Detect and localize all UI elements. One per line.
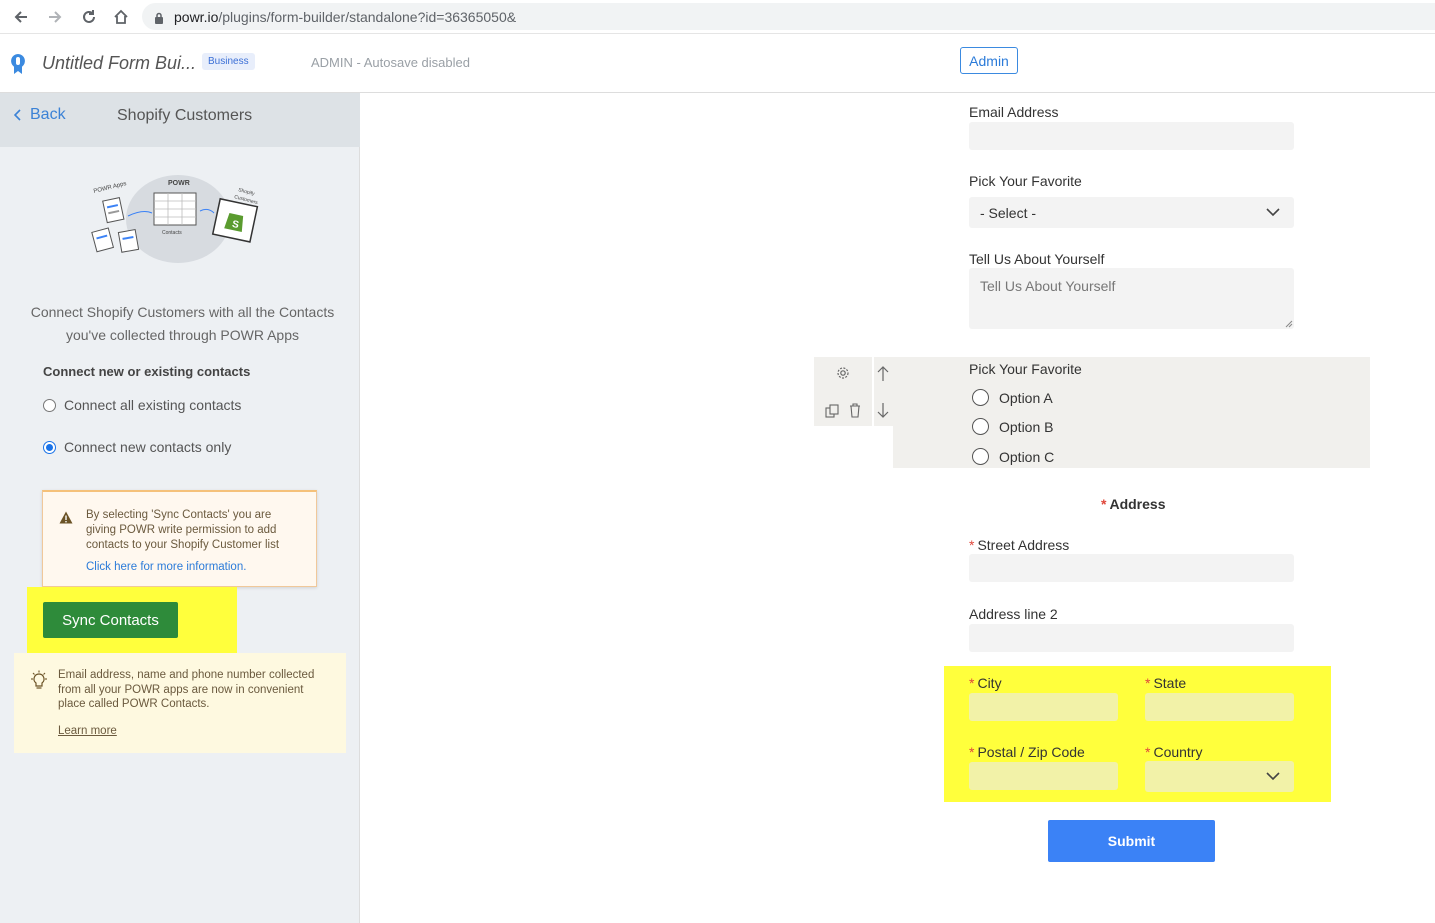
address-bar[interactable]: powr.io/plugins/form-builder/standalone?… [142, 3, 1435, 30]
browser-toolbar: powr.io/plugins/form-builder/standalone?… [0, 0, 1435, 34]
shopify-sync-illustration: POWR Apps POWR Contacts S Shopify Custom… [91, 175, 259, 263]
gear-icon[interactable] [836, 366, 850, 380]
state-input[interactable] [1145, 693, 1294, 721]
option-label: Option B [999, 418, 1054, 435]
toolbar-divider [872, 357, 874, 426]
url-text: powr.io/plugins/form-builder/standalone?… [174, 8, 517, 25]
country-label: * Country [1145, 744, 1203, 760]
email-input[interactable] [969, 122, 1294, 150]
radio-connect-new[interactable]: Connect new contacts only [43, 439, 231, 455]
reload-icon[interactable] [78, 6, 100, 28]
resize-handle-icon[interactable] [1285, 320, 1293, 328]
autosave-status: ADMIN - Autosave disabled [311, 55, 470, 70]
radio-field-label: Pick Your Favorite [969, 361, 1082, 377]
lightbulb-icon [31, 670, 47, 689]
option-b[interactable]: Option B [972, 418, 1053, 435]
arrow-down-icon[interactable] [877, 402, 889, 418]
option-a[interactable]: Option A [972, 389, 1053, 406]
sync-contacts-button[interactable]: Sync Contacts [43, 602, 178, 638]
plan-badge: Business [202, 53, 255, 70]
city-label: * City [969, 675, 1002, 691]
about-label: Tell Us About Yourself [969, 251, 1105, 267]
radio-button[interactable] [972, 418, 989, 435]
learn-more-link[interactable]: Learn more [58, 725, 117, 737]
select-value: - Select - [980, 204, 1037, 221]
email-label: Email Address [969, 104, 1059, 120]
radio-label: Connect all existing contacts [64, 397, 242, 413]
panel-header: Back Shopify Customers [0, 93, 360, 147]
street-input[interactable] [969, 554, 1294, 582]
address2-input[interactable] [969, 624, 1294, 652]
contacts-info-box: Email address, name and phone number col… [14, 653, 346, 753]
chevron-down-icon [1266, 208, 1280, 217]
zip-label: * Postal / Zip Code [969, 744, 1085, 760]
illustration-contacts-label: Contacts [162, 230, 182, 236]
connect-description: Connect Shopify Customers with all the C… [30, 304, 335, 343]
radio-button[interactable] [972, 389, 989, 406]
option-c[interactable]: Option C [972, 448, 1054, 465]
home-icon[interactable] [110, 6, 132, 28]
settings-panel: Back Shopify Customers POWR Apps POWR Co… [0, 93, 360, 923]
arrow-up-icon[interactable] [877, 366, 889, 382]
admin-button[interactable]: Admin [960, 47, 1018, 74]
chevron-left-icon [14, 109, 21, 121]
about-textarea[interactable]: Tell Us About Yourself [969, 268, 1294, 329]
permission-warning: By selecting 'Sync Contacts' you are giv… [42, 490, 317, 587]
trash-icon[interactable] [849, 403, 861, 418]
option-label: Option C [999, 448, 1055, 465]
panel-title: Shopify Customers [117, 107, 253, 124]
radio-label: Connect new contacts only [64, 439, 232, 455]
radio-button[interactable] [43, 398, 56, 412]
chevron-down-icon [1266, 772, 1280, 781]
zip-input[interactable] [969, 762, 1118, 790]
app-title[interactable]: Untitled Form Bui... [42, 53, 196, 74]
app-header: Untitled Form Bui... Business ADMIN - Au… [0, 34, 1435, 93]
info-text: Email address, name and phone number col… [58, 669, 315, 710]
forward-arrow-icon[interactable] [44, 6, 66, 28]
city-input[interactable] [969, 693, 1118, 721]
country-select[interactable] [1145, 761, 1294, 792]
warning-icon [59, 511, 73, 524]
connect-section-label: Connect new or existing contacts [43, 364, 251, 379]
back-arrow-icon[interactable] [10, 6, 32, 28]
back-button[interactable]: Back [14, 106, 66, 124]
warning-text: By selecting 'Sync Contacts' you are giv… [86, 509, 280, 551]
duplicate-icon[interactable] [825, 404, 840, 419]
radio-button[interactable] [972, 448, 989, 465]
radio-button-selected[interactable] [43, 440, 56, 454]
pick-favorite-select[interactable]: - Select - [969, 197, 1294, 228]
submit-button[interactable]: Submit [1048, 820, 1215, 862]
illustration-powr-label: POWR [168, 180, 190, 187]
more-info-link[interactable]: Click here for more information. [86, 561, 246, 573]
lock-icon [154, 11, 164, 24]
illustration-powr-apps-label: POWR Apps [93, 181, 127, 195]
address2-label: Address line 2 [969, 606, 1058, 622]
option-label: Option A [999, 389, 1053, 406]
radio-field-selected[interactable] [893, 357, 1370, 468]
street-label: * Street Address [969, 537, 1070, 553]
state-label: * State [1145, 675, 1187, 691]
address-heading: * Address [1101, 496, 1166, 512]
back-label: Back [30, 106, 66, 123]
powr-logo-icon[interactable] [9, 52, 27, 76]
radio-connect-all[interactable]: Connect all existing contacts [43, 397, 241, 413]
pick-favorite-label: Pick Your Favorite [969, 173, 1082, 189]
